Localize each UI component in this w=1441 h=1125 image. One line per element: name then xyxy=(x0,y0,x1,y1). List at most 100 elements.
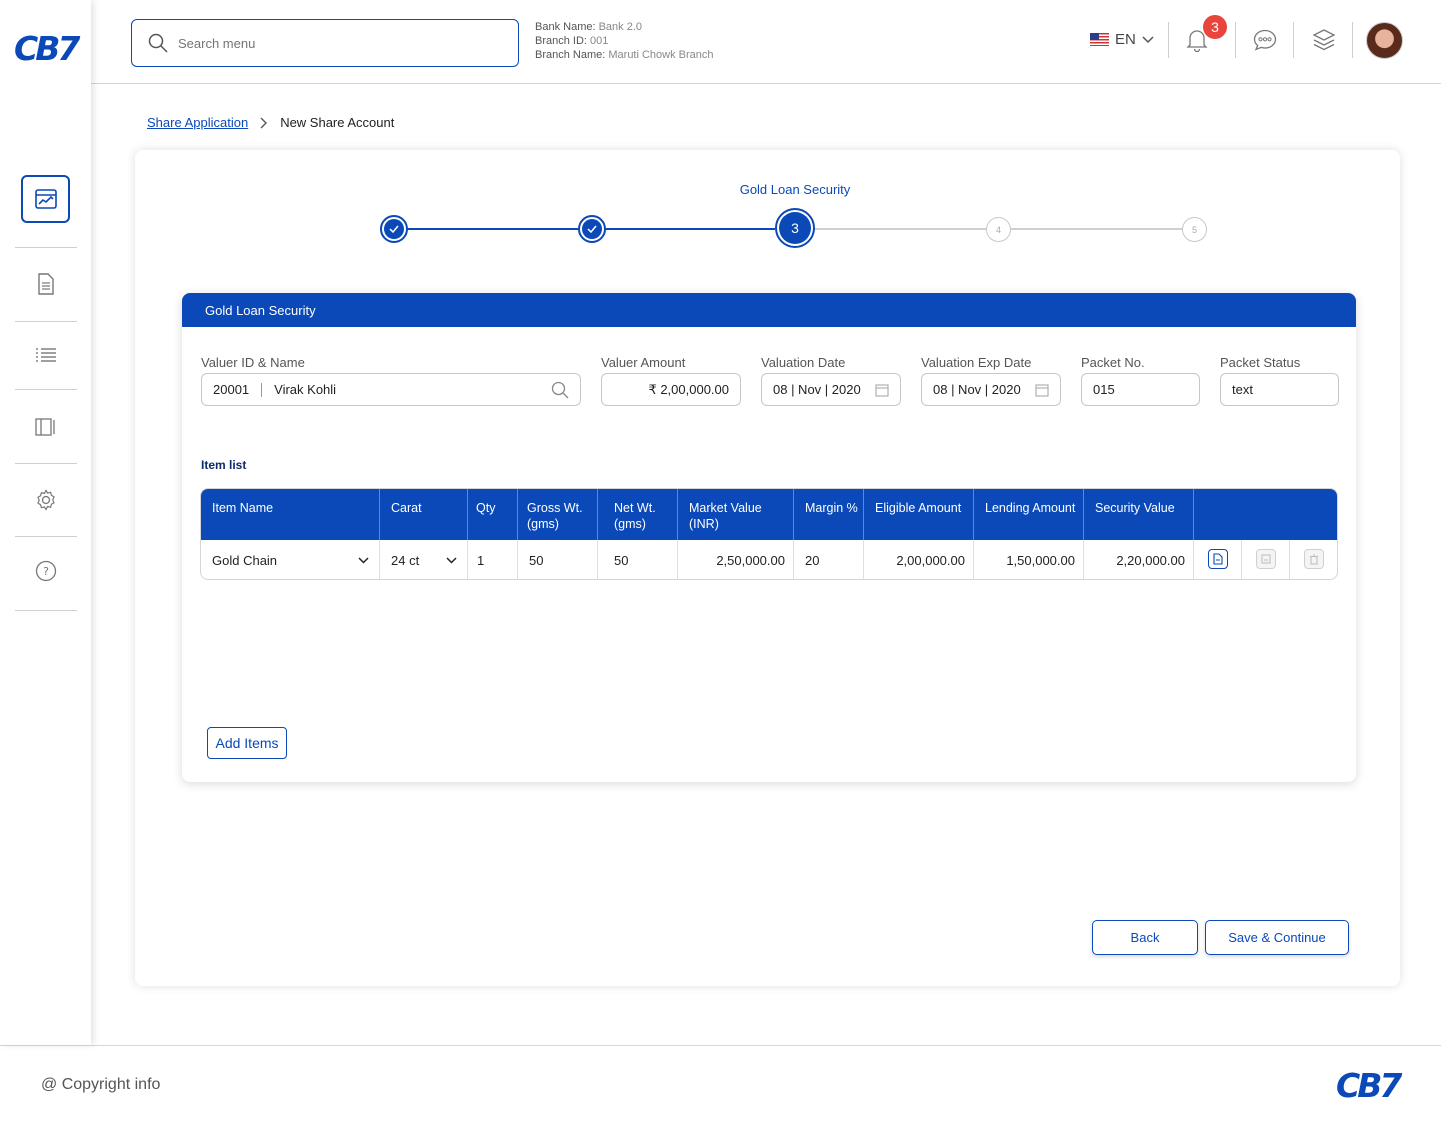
sidebar: CB7 ? xyxy=(0,0,91,1045)
trash-icon xyxy=(1310,554,1318,564)
search-icon xyxy=(148,33,168,53)
breadcrumb-share-application[interactable]: Share Application xyxy=(147,115,248,130)
th-eligible-amount: Eligible Amount xyxy=(863,489,973,540)
valuation-date: 08 | Nov | 2020 xyxy=(773,382,861,397)
calendar-icon[interactable] xyxy=(875,383,889,397)
save-continue-button[interactable]: Save & Continue xyxy=(1205,920,1349,955)
valuer-amount: ₹ 2,00,000.00 xyxy=(648,381,729,397)
valuer-name: Virak Kohli xyxy=(274,382,337,397)
top-header: Bank Name: Bank 2.0 Branch ID: 001 Branc… xyxy=(91,0,1441,84)
packet-status: text xyxy=(1232,382,1253,397)
cell-qty[interactable]: 1 xyxy=(467,540,517,579)
step-3-current[interactable]: 3 xyxy=(775,208,815,248)
layers-button[interactable] xyxy=(1310,26,1338,54)
help-icon: ? xyxy=(35,560,57,582)
packet-no: 015 xyxy=(1093,382,1115,397)
section-title: Gold Loan Security xyxy=(182,293,1356,327)
save-row-button[interactable] xyxy=(1256,549,1276,569)
delete-row-button[interactable] xyxy=(1304,549,1324,569)
search-icon[interactable] xyxy=(551,381,569,399)
search-input[interactable] xyxy=(178,35,478,51)
header-divider xyxy=(1235,22,1236,58)
valuation-exp-date: 08 | Nov | 2020 xyxy=(933,382,1021,397)
sidebar-item-dashboard[interactable] xyxy=(21,175,70,223)
chat-icon xyxy=(1253,29,1277,51)
packet-status-field[interactable]: text xyxy=(1220,373,1339,406)
valuer-id: 20001 xyxy=(213,382,250,397)
cell-lending-amount: 1,50,000.00 xyxy=(973,540,1083,579)
cell-carat[interactable]: 24 ct xyxy=(379,540,467,579)
bank-name-label: Bank Name: xyxy=(535,21,596,33)
field-separator xyxy=(261,382,263,397)
svg-text:?: ? xyxy=(43,565,49,578)
packet-no-field[interactable]: 015 xyxy=(1081,373,1200,406)
branch-name: Maruti Chowk Branch xyxy=(608,49,714,61)
sidebar-item-help[interactable]: ? xyxy=(15,541,77,601)
cell-market-value: 2,50,000.00 xyxy=(677,540,793,579)
sidebar-item-list[interactable] xyxy=(15,325,77,385)
chat-button[interactable] xyxy=(1251,26,1279,54)
sidebar-divider xyxy=(15,247,77,248)
cell-gross-wt[interactable]: 50 xyxy=(517,540,597,579)
valuation-date-field[interactable]: 08 | Nov | 2020 xyxy=(761,373,901,406)
valuer-field[interactable]: 20001 Virak Kohli xyxy=(201,373,581,406)
header-divider xyxy=(1168,22,1169,58)
calendar-icon[interactable] xyxy=(1035,383,1049,397)
table-header: Item Name Carat Qty Gross Wt. (gms) Net … xyxy=(201,489,1337,540)
document-icon xyxy=(38,273,54,295)
carat-value: 24 ct xyxy=(391,552,420,568)
th-margin: Margin % xyxy=(793,489,863,540)
cell-margin[interactable]: 20 xyxy=(793,540,863,579)
valuation-exp-field[interactable]: 08 | Nov | 2020 xyxy=(921,373,1061,406)
back-button[interactable]: Back xyxy=(1092,920,1198,955)
sidebar-divider xyxy=(15,536,77,537)
th-security-value: Security Value xyxy=(1083,489,1193,540)
check-icon xyxy=(389,225,399,233)
cell-item-name[interactable]: Gold Chain xyxy=(201,540,379,579)
step-1-complete[interactable] xyxy=(380,215,408,243)
chevron-right-icon xyxy=(260,117,268,128)
item-name-value: Gold Chain xyxy=(212,552,278,568)
chevron-down-icon xyxy=(446,556,457,564)
language-label: EN xyxy=(1115,31,1136,48)
user-avatar[interactable] xyxy=(1366,22,1403,59)
search-box[interactable] xyxy=(131,19,519,67)
packet-status-label: Packet Status xyxy=(1220,355,1301,370)
th-net-wt: Net Wt. (gms) xyxy=(597,489,677,540)
branch-name-label: Branch Name: xyxy=(535,49,606,61)
th-qty: Qty xyxy=(467,489,517,540)
stepper-title: Gold Loan Security xyxy=(739,182,851,197)
bank-info: Bank Name: Bank 2.0 Branch ID: 001 Branc… xyxy=(535,20,714,62)
breadcrumb-current: New Share Account xyxy=(280,115,395,130)
breadcrumb: Share Application New Share Account xyxy=(147,115,394,130)
us-flag-icon xyxy=(1090,33,1109,46)
notification-badge: 3 xyxy=(1203,15,1227,39)
list-icon xyxy=(36,348,56,362)
sidebar-item-documents[interactable] xyxy=(15,254,77,314)
dashboard-icon xyxy=(34,189,57,209)
step-2-complete[interactable] xyxy=(578,215,606,243)
view-doc-button[interactable] xyxy=(1208,549,1228,569)
gold-loan-section: Gold Loan Security Valuer ID & Name 2000… xyxy=(182,293,1356,782)
sidebar-item-reports[interactable] xyxy=(15,397,77,457)
step-4[interactable]: 4 xyxy=(986,217,1011,242)
brand-logo[interactable]: CB7 xyxy=(14,29,80,68)
add-items-button[interactable]: Add Items xyxy=(207,727,287,759)
branch-id: 001 xyxy=(590,35,609,47)
chevron-down-icon xyxy=(358,556,369,564)
sidebar-divider xyxy=(15,610,77,611)
valuer-amount-field[interactable]: ₹ 2,00,000.00 xyxy=(601,373,741,406)
book-icon xyxy=(35,418,55,436)
footer-logo: CB7 xyxy=(1336,1066,1402,1105)
main-card: Gold Loan Security 3 4 5 Gold Loan Secur… xyxy=(135,150,1400,986)
sidebar-item-settings[interactable] xyxy=(15,470,77,530)
save-icon xyxy=(1261,554,1271,564)
cell-net-wt[interactable]: 50 xyxy=(597,540,677,579)
language-selector[interactable]: EN xyxy=(1090,31,1154,48)
valuation-exp-label: Valuation Exp Date xyxy=(921,355,1032,370)
th-carat: Carat xyxy=(379,489,467,540)
item-list-title: Item list xyxy=(201,458,247,472)
footer: @ Copyright info CB7 xyxy=(0,1045,1441,1125)
packet-no-label: Packet No. xyxy=(1081,355,1145,370)
step-5[interactable]: 5 xyxy=(1182,217,1207,242)
